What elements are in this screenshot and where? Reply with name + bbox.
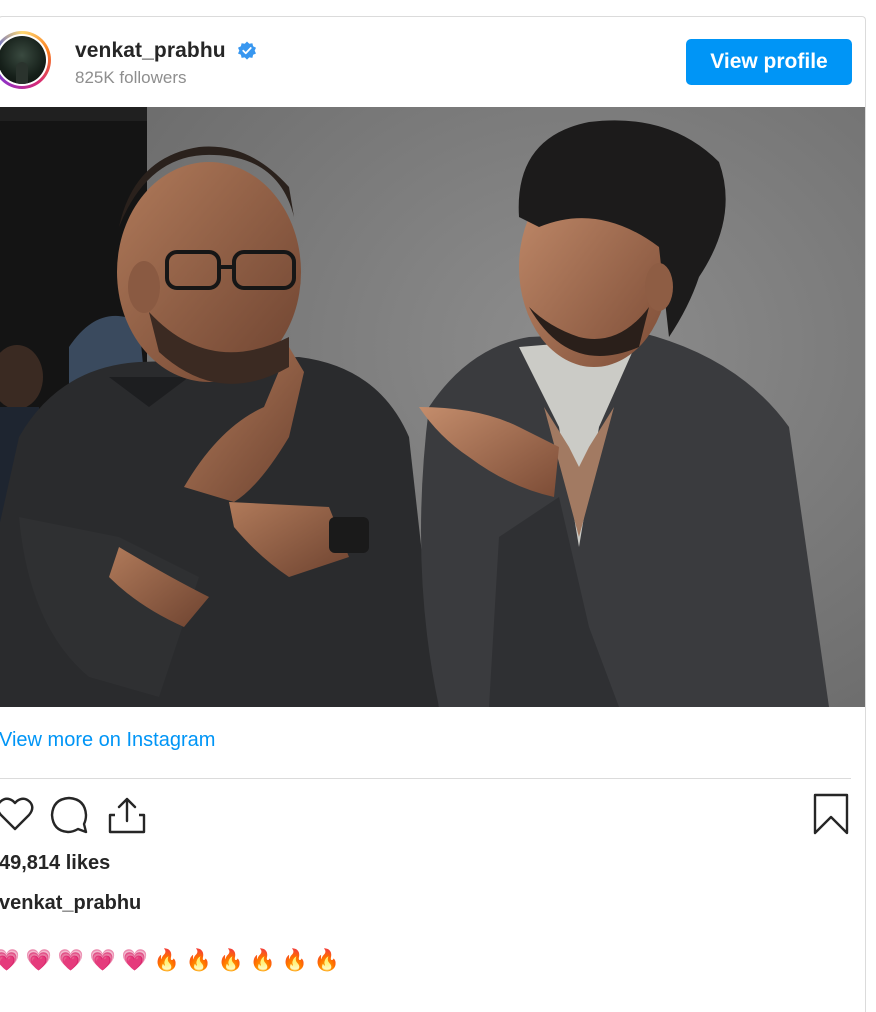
view-profile-button[interactable]: View profile: [686, 39, 852, 85]
instagram-embed-card: venkat_prabhu 825K followers View profil…: [0, 16, 866, 1012]
caption-emojis: 💗💗💗💗💗🔥🔥🔥🔥🔥🔥: [0, 947, 343, 975]
avatar-image: [0, 36, 46, 84]
heart-icon[interactable]: [0, 793, 35, 837]
fire-emoji: 🔥: [153, 949, 181, 972]
post-actions: [0, 793, 865, 839]
follower-count: 825K followers: [75, 68, 187, 87]
fire-emoji: 🔥: [249, 949, 277, 972]
avatar-frame: [0, 34, 48, 86]
divider: [0, 778, 851, 779]
username-link[interactable]: venkat_prabhu: [75, 39, 226, 63]
fire-emoji: 🔥: [281, 949, 309, 972]
fire-emoji: 🔥: [313, 949, 341, 972]
pink-heart-emoji: 💗: [57, 949, 85, 972]
bookmark-icon[interactable]: [811, 793, 851, 837]
post-header: venkat_prabhu 825K followers View profil…: [0, 17, 865, 107]
fire-emoji: 🔥: [185, 949, 213, 972]
photo-illustration: [0, 107, 865, 707]
share-icon[interactable]: [107, 793, 147, 837]
pink-heart-emoji: 💗: [0, 947, 23, 975]
caption-username[interactable]: venkat_prabhu: [0, 892, 141, 915]
pink-heart-emoji: 💗: [121, 949, 149, 972]
comment-icon[interactable]: [49, 793, 89, 837]
like-count: 49,814 likes: [0, 852, 111, 874]
pink-heart-emoji: 💗: [89, 949, 117, 972]
view-more-on-instagram-link[interactable]: View more on Instagram: [0, 729, 215, 752]
avatar-figure: [16, 62, 28, 84]
avatar[interactable]: [0, 31, 51, 89]
pink-heart-emoji: 💗: [25, 949, 53, 972]
verified-badge-icon: [238, 41, 256, 60]
fire-emoji: 🔥: [217, 949, 245, 972]
post-photo[interactable]: [0, 107, 865, 707]
